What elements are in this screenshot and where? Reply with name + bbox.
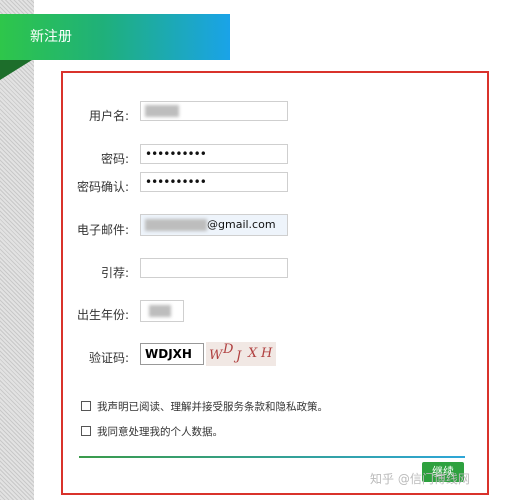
captcha-char: D: [223, 342, 234, 357]
captcha-char: X: [248, 346, 258, 361]
blurred-username: [145, 105, 179, 117]
watermark: 知乎 @信门博线网: [370, 472, 470, 486]
email-suffix: @gmail.com: [207, 218, 276, 231]
birth-year-label: 出生年份:: [76, 308, 129, 322]
consent-checkbox[interactable]: [81, 426, 91, 436]
captcha-char: H: [261, 346, 273, 361]
captcha-label: 验证码:: [88, 351, 129, 365]
captcha-char: J: [236, 349, 242, 364]
terms-checkbox[interactable]: [81, 401, 91, 411]
registration-form: 用户名: 密码: •••••••••• 密码确认: •••••••••• 电子邮…: [61, 71, 489, 495]
email-label: 电子邮件:: [76, 223, 129, 237]
terms-label: 我声明已阅读、理解并接受服务条款和隐私政策。: [97, 401, 328, 413]
referral-label: 引荐:: [100, 266, 129, 280]
consent-label: 我同意处理我的个人数据。: [97, 426, 223, 438]
header-fold-decoration: [0, 60, 32, 80]
captcha-char: W: [209, 348, 223, 363]
username-input[interactable]: [140, 101, 288, 121]
username-label: 用户名:: [88, 109, 129, 123]
captcha-image[interactable]: W D J X H: [206, 342, 276, 366]
blurred-year: [149, 305, 171, 317]
confirm-password-input[interactable]: ••••••••••: [140, 172, 288, 192]
captcha-input[interactable]: WDJXH: [140, 343, 204, 365]
blurred-email-local: [145, 219, 207, 231]
confirm-password-label: 密码确认:: [76, 180, 129, 194]
page-title: 新注册: [0, 14, 230, 60]
password-input[interactable]: ••••••••••: [140, 144, 288, 164]
birth-year-select[interactable]: [140, 300, 184, 322]
email-input[interactable]: @gmail.com: [140, 214, 288, 236]
form-divider: [79, 456, 465, 458]
referral-input[interactable]: [140, 258, 288, 278]
password-label: 密码:: [100, 152, 129, 166]
